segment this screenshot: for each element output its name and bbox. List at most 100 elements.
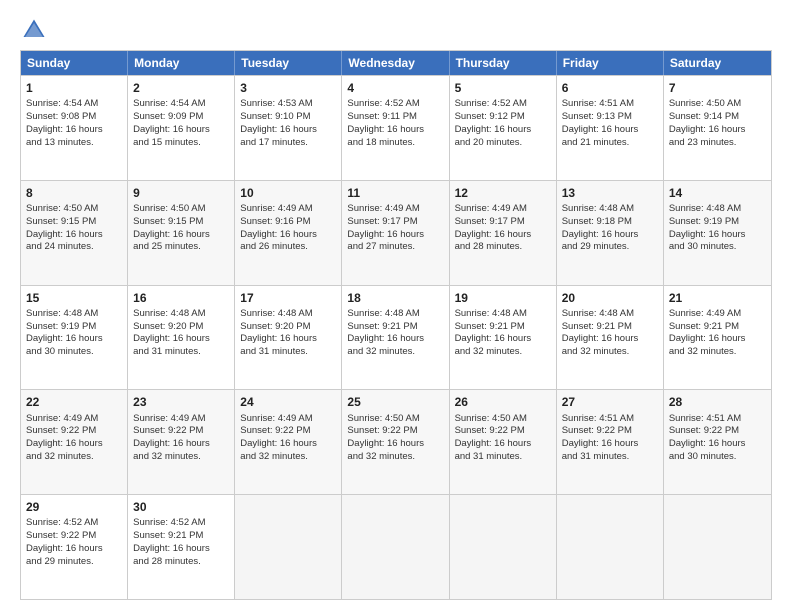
daylight-text: Daylight: 16 hours (133, 333, 210, 344)
daylight-text: Daylight: 16 hours (669, 124, 746, 135)
sunrise-text: Sunrise: 4:48 AM (347, 308, 419, 319)
day-number: 27 (562, 394, 658, 410)
daylight-text: Daylight: 16 hours (347, 124, 424, 135)
sunset-text: Sunset: 9:18 PM (562, 216, 632, 227)
daylight-text: Daylight: 16 hours (669, 333, 746, 344)
sunrise-text: Sunrise: 4:50 AM (26, 203, 98, 214)
sunset-text: Sunset: 9:20 PM (133, 321, 203, 332)
calendar-cell: 11Sunrise: 4:49 AMSunset: 9:17 PMDayligh… (342, 181, 449, 285)
daylight-minutes: and 20 minutes. (455, 137, 523, 148)
sunset-text: Sunset: 9:16 PM (240, 216, 310, 227)
calendar-cell (664, 495, 771, 599)
sunrise-text: Sunrise: 4:52 AM (26, 517, 98, 528)
day-number: 16 (133, 290, 229, 306)
sunset-text: Sunset: 9:19 PM (26, 321, 96, 332)
daylight-minutes: and 24 minutes. (26, 241, 94, 252)
day-number: 4 (347, 80, 443, 96)
daylight-minutes: and 15 minutes. (133, 137, 201, 148)
calendar-cell (342, 495, 449, 599)
sunrise-text: Sunrise: 4:48 AM (669, 203, 741, 214)
daylight-minutes: and 30 minutes. (669, 451, 737, 462)
day-number: 17 (240, 290, 336, 306)
day-number: 1 (26, 80, 122, 96)
calendar-row: 15Sunrise: 4:48 AMSunset: 9:19 PMDayligh… (21, 285, 771, 390)
sunset-text: Sunset: 9:17 PM (455, 216, 525, 227)
daylight-text: Daylight: 16 hours (455, 438, 532, 449)
sunset-text: Sunset: 9:22 PM (133, 425, 203, 436)
day-number: 22 (26, 394, 122, 410)
calendar-cell (557, 495, 664, 599)
daylight-text: Daylight: 16 hours (455, 333, 532, 344)
daylight-text: Daylight: 16 hours (562, 229, 639, 240)
sunrise-text: Sunrise: 4:49 AM (455, 203, 527, 214)
calendar-cell: 23Sunrise: 4:49 AMSunset: 9:22 PMDayligh… (128, 390, 235, 494)
daylight-minutes: and 13 minutes. (26, 137, 94, 148)
sunrise-text: Sunrise: 4:49 AM (26, 413, 98, 424)
sunrise-text: Sunrise: 4:48 AM (133, 308, 205, 319)
sunset-text: Sunset: 9:11 PM (347, 111, 417, 122)
daylight-minutes: and 32 minutes. (133, 451, 201, 462)
sunrise-text: Sunrise: 4:49 AM (347, 203, 419, 214)
daylight-minutes: and 30 minutes. (669, 241, 737, 252)
sunset-text: Sunset: 9:21 PM (562, 321, 632, 332)
calendar-cell: 22Sunrise: 4:49 AMSunset: 9:22 PMDayligh… (21, 390, 128, 494)
calendar-cell: 10Sunrise: 4:49 AMSunset: 9:16 PMDayligh… (235, 181, 342, 285)
sunrise-text: Sunrise: 4:53 AM (240, 98, 312, 109)
calendar-row: 29Sunrise: 4:52 AMSunset: 9:22 PMDayligh… (21, 494, 771, 599)
calendar-cell: 25Sunrise: 4:50 AMSunset: 9:22 PMDayligh… (342, 390, 449, 494)
day-number: 15 (26, 290, 122, 306)
day-number: 5 (455, 80, 551, 96)
sunrise-text: Sunrise: 4:49 AM (669, 308, 741, 319)
calendar-cell: 12Sunrise: 4:49 AMSunset: 9:17 PMDayligh… (450, 181, 557, 285)
daylight-text: Daylight: 16 hours (26, 333, 103, 344)
calendar-cell: 5Sunrise: 4:52 AMSunset: 9:12 PMDaylight… (450, 76, 557, 180)
daylight-minutes: and 29 minutes. (26, 556, 94, 567)
daylight-minutes: and 32 minutes. (669, 346, 737, 357)
sunrise-text: Sunrise: 4:48 AM (562, 203, 634, 214)
sunrise-text: Sunrise: 4:52 AM (455, 98, 527, 109)
daylight-text: Daylight: 16 hours (347, 229, 424, 240)
sunset-text: Sunset: 9:22 PM (562, 425, 632, 436)
daylight-minutes: and 28 minutes. (455, 241, 523, 252)
day-number: 25 (347, 394, 443, 410)
daylight-text: Daylight: 16 hours (562, 124, 639, 135)
calendar-cell: 2Sunrise: 4:54 AMSunset: 9:09 PMDaylight… (128, 76, 235, 180)
calendar-cell: 15Sunrise: 4:48 AMSunset: 9:19 PMDayligh… (21, 286, 128, 390)
sunrise-text: Sunrise: 4:48 AM (240, 308, 312, 319)
calendar-cell: 29Sunrise: 4:52 AMSunset: 9:22 PMDayligh… (21, 495, 128, 599)
calendar-cell: 1Sunrise: 4:54 AMSunset: 9:08 PMDaylight… (21, 76, 128, 180)
sunset-text: Sunset: 9:22 PM (455, 425, 525, 436)
day-number: 3 (240, 80, 336, 96)
header-cell-sunday: Sunday (21, 51, 128, 75)
daylight-minutes: and 31 minutes. (133, 346, 201, 357)
sunset-text: Sunset: 9:15 PM (133, 216, 203, 227)
day-number: 28 (669, 394, 766, 410)
sunset-text: Sunset: 9:15 PM (26, 216, 96, 227)
daylight-text: Daylight: 16 hours (26, 438, 103, 449)
calendar-cell: 21Sunrise: 4:49 AMSunset: 9:21 PMDayligh… (664, 286, 771, 390)
sunrise-text: Sunrise: 4:50 AM (347, 413, 419, 424)
daylight-minutes: and 23 minutes. (669, 137, 737, 148)
day-number: 13 (562, 185, 658, 201)
daylight-minutes: and 32 minutes. (455, 346, 523, 357)
daylight-text: Daylight: 16 hours (133, 543, 210, 554)
day-number: 11 (347, 185, 443, 201)
sunrise-text: Sunrise: 4:50 AM (133, 203, 205, 214)
daylight-text: Daylight: 16 hours (133, 229, 210, 240)
day-number: 9 (133, 185, 229, 201)
sunrise-text: Sunrise: 4:52 AM (347, 98, 419, 109)
calendar-body: 1Sunrise: 4:54 AMSunset: 9:08 PMDaylight… (21, 75, 771, 599)
day-number: 18 (347, 290, 443, 306)
calendar-cell: 30Sunrise: 4:52 AMSunset: 9:21 PMDayligh… (128, 495, 235, 599)
sunset-text: Sunset: 9:22 PM (26, 530, 96, 541)
sunset-text: Sunset: 9:10 PM (240, 111, 310, 122)
sunrise-text: Sunrise: 4:54 AM (133, 98, 205, 109)
daylight-minutes: and 18 minutes. (347, 137, 415, 148)
day-number: 30 (133, 499, 229, 515)
sunset-text: Sunset: 9:20 PM (240, 321, 310, 332)
sunrise-text: Sunrise: 4:54 AM (26, 98, 98, 109)
sunset-text: Sunset: 9:09 PM (133, 111, 203, 122)
header-cell-thursday: Thursday (450, 51, 557, 75)
daylight-minutes: and 21 minutes. (562, 137, 630, 148)
sunset-text: Sunset: 9:12 PM (455, 111, 525, 122)
